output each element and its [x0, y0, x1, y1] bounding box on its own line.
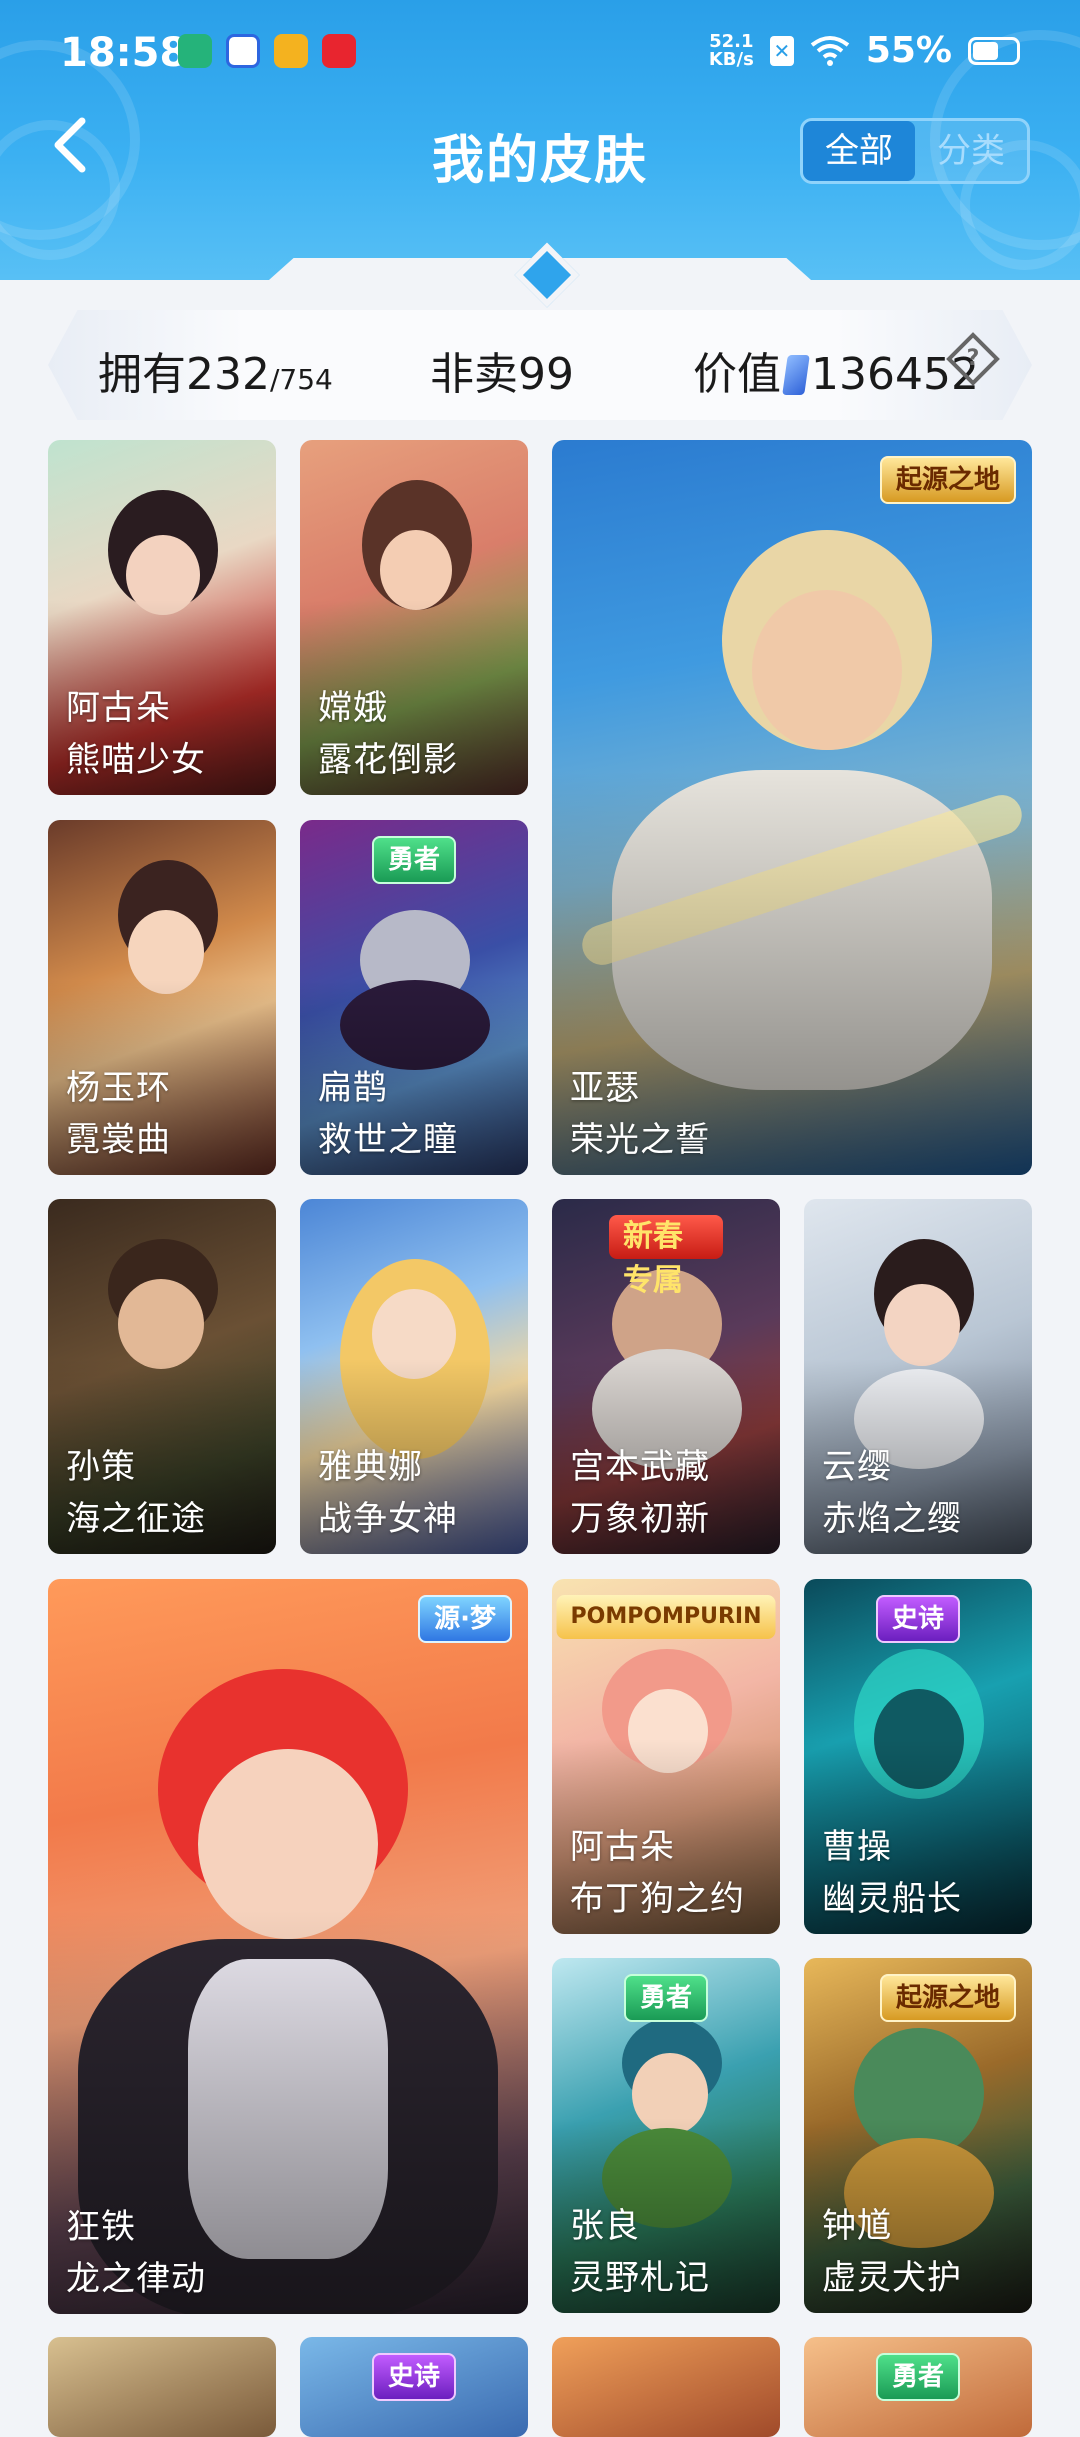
skin-card[interactable] [552, 2337, 780, 2437]
status-bar: 18:58 52.1 KB/s ✕ 55% [0, 0, 1080, 105]
skin-badge: 新春专属 [609, 1215, 723, 1298]
skin-card[interactable]: 史诗 [300, 2337, 528, 2437]
stat-value-label: 价值 [693, 349, 781, 400]
skin-name: 熊喵少女 [66, 740, 206, 780]
nfc-icon: ✕ [769, 35, 794, 66]
stats-bar: 拥有232/754 非卖99 价值 136452 ? [48, 310, 1032, 420]
skin-card[interactable] [48, 2337, 276, 2437]
battery-icon [968, 36, 1020, 65]
skin-badge: 勇者 [875, 2353, 961, 2401]
skin-name: 万象初新 [570, 1499, 710, 1539]
stat-not-for-sale-count: 99 [518, 349, 574, 400]
skin-name: 布丁狗之约 [570, 1879, 745, 1919]
stat-not-for-sale-label: 非卖 [430, 349, 518, 400]
skin-name: 霓裳曲 [66, 1120, 171, 1160]
view-toggle: 全部 分类 [800, 118, 1030, 184]
skin-card[interactable]: 杨玉环 霓裳曲 [48, 820, 276, 1175]
skin-hero-name: 扁鹊 [318, 1068, 388, 1108]
stat-owned: 拥有232/754 [98, 338, 333, 402]
stat-not-for-sale: 非卖99 [430, 338, 574, 402]
skin-card[interactable]: 孙策 海之征途 [48, 1199, 276, 1554]
skin-hero-name: 亚瑟 [570, 1068, 640, 1108]
stat-value: 价值 136452 [693, 338, 979, 402]
skin-name: 虚灵犬护 [822, 2258, 962, 2298]
skin-name: 救世之瞳 [318, 1120, 458, 1160]
skin-name: 海之征途 [66, 1499, 206, 1539]
skin-card[interactable]: 嫦娥 露花倒影 [300, 440, 528, 795]
skin-card[interactable]: 雅典娜 战争女神 [300, 1199, 528, 1554]
skin-name: 灵野札记 [570, 2258, 710, 2298]
wifi-icon [810, 35, 850, 66]
skin-hero-name: 张良 [570, 2206, 640, 2246]
skin-name: 荣光之誓 [570, 1120, 710, 1160]
skin-hero-name: 阿古朵 [570, 1827, 675, 1867]
skin-badge: POMPOMPURIN [556, 1595, 776, 1639]
status-time: 18:58 [60, 30, 188, 76]
skin-badge: 源·梦 [418, 1595, 512, 1643]
skin-hero-name: 孙策 [66, 1447, 136, 1487]
skin-card[interactable]: 云缨 赤焰之缨 [804, 1199, 1032, 1554]
stat-owned-label: 拥有 [98, 349, 186, 400]
skin-card[interactable]: 源·梦 狂铁 龙之律动 [48, 1579, 528, 2314]
skin-badge: 勇者 [371, 836, 457, 884]
skin-badge: 史诗 [875, 1595, 961, 1643]
stat-owned-count: 232 [186, 349, 270, 400]
skin-hero-name: 雅典娜 [318, 1447, 423, 1487]
skin-card[interactable]: 勇者 扁鹊 救世之瞳 [300, 820, 528, 1175]
network-speed: 52.1 KB/s [708, 30, 754, 70]
network-speed-value: 52.1 [709, 30, 754, 52]
notification-icons [178, 34, 356, 68]
skin-card[interactable]: 起源之地 钟馗 虚灵犬护 [804, 1958, 1032, 2313]
tab-category[interactable]: 分类 [915, 121, 1027, 181]
skin-hero-name: 钟馗 [822, 2206, 892, 2246]
app-icon-1 [178, 34, 212, 68]
skin-badge: 勇者 [623, 1974, 709, 2022]
skin-name: 幽灵船长 [822, 1879, 962, 1919]
status-right: 52.1 KB/s ✕ 55% [709, 30, 1020, 71]
skin-card[interactable]: POMPOMPURIN 阿古朵 布丁狗之约 [552, 1579, 780, 1934]
skin-card[interactable]: 勇者 [804, 2337, 1032, 2437]
skin-hero-name: 嫦娥 [318, 688, 388, 728]
skin-hero-name: 云缨 [822, 1447, 892, 1487]
skin-card[interactable]: 阿古朵 熊喵少女 [48, 440, 276, 795]
skin-badge: 起源之地 [879, 456, 1016, 504]
skin-card[interactable]: 史诗 曹操 幽灵船长 [804, 1579, 1032, 1934]
skin-hero-name: 狂铁 [66, 2207, 136, 2247]
app-icon-3 [274, 34, 308, 68]
skin-badge: 起源之地 [879, 1974, 1016, 2022]
crystal-icon [782, 355, 810, 395]
skin-name: 露花倒影 [318, 740, 458, 780]
stat-owned-total: /754 [269, 363, 333, 396]
skin-name: 赤焰之缨 [822, 1499, 962, 1539]
skin-hero-name: 宫本武藏 [570, 1447, 710, 1487]
skin-hero-name: 杨玉环 [66, 1068, 171, 1108]
battery-percent: 55% [865, 30, 952, 71]
skin-hero-name: 曹操 [822, 1827, 892, 1867]
skin-card[interactable]: 起源之地 亚瑟 荣光之誓 [552, 440, 1032, 1175]
skin-hero-name: 阿古朵 [66, 688, 171, 728]
network-speed-unit: KB/s [708, 48, 754, 70]
skin-card[interactable]: 勇者 张良 灵野札记 [552, 1958, 780, 2313]
app-icon-2 [226, 34, 260, 68]
tab-all[interactable]: 全部 [803, 121, 915, 181]
app-icon-4 [322, 34, 356, 68]
skin-name: 战争女神 [318, 1499, 458, 1539]
skin-name: 龙之律动 [66, 2259, 206, 2299]
skin-badge: 史诗 [371, 2353, 457, 2401]
skin-card[interactable]: 新春专属 宫本武藏 万象初新 [552, 1199, 780, 1554]
